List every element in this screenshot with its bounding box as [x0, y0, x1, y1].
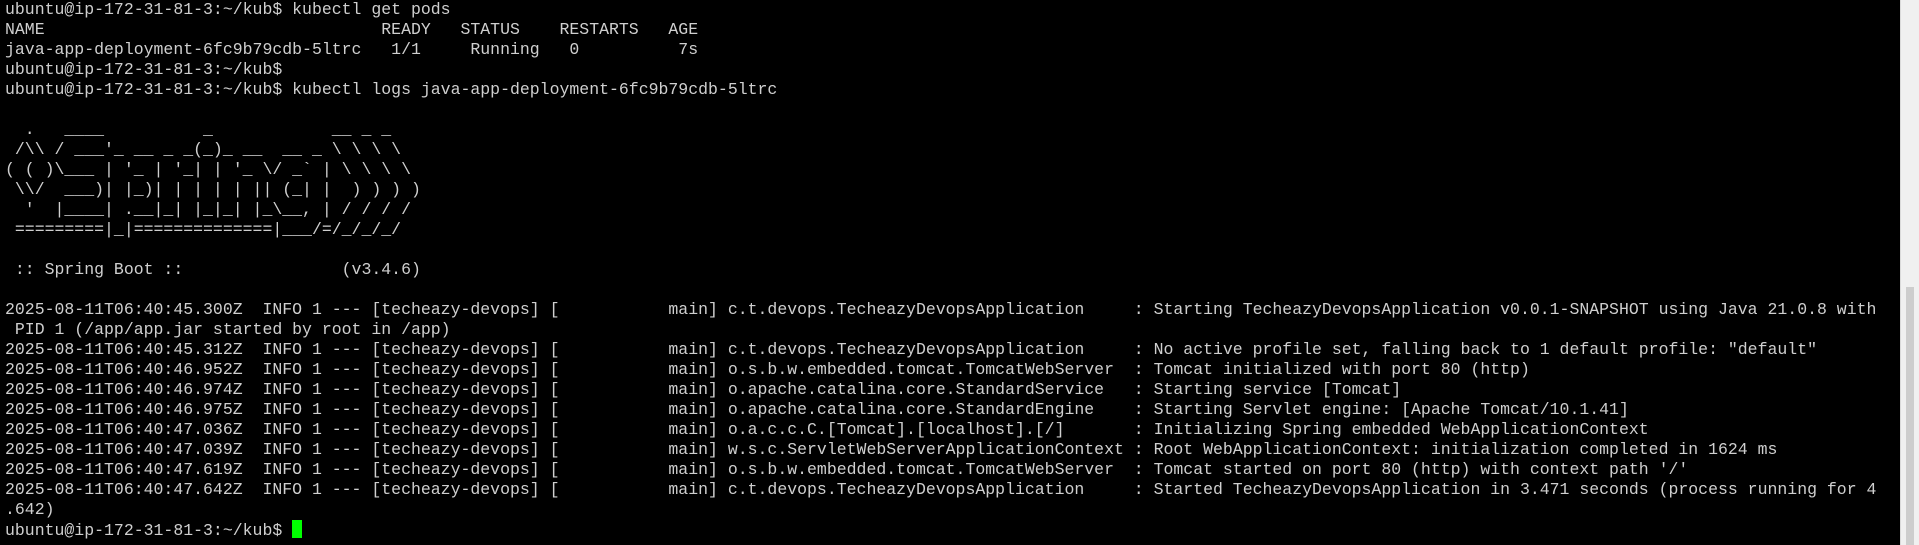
- terminal-line: 2025-08-11T06:40:45.312Z INFO 1 --- [tec…: [5, 340, 1817, 359]
- terminal-line: 2025-08-11T06:40:47.039Z INFO 1 --- [tec…: [5, 440, 1778, 459]
- terminal-line: 2025-08-11T06:40:45.300Z INFO 1 --- [tec…: [5, 300, 1877, 319]
- terminal-line: ( ( )\___ | '_ | '_| | '_ \/ _` | \ \ \ …: [5, 160, 411, 179]
- prompt-text: ubuntu@ip-172-31-81-3:~/kub$: [5, 521, 293, 540]
- terminal-line: 2025-08-11T06:40:46.975Z INFO 1 --- [tec…: [5, 400, 1629, 419]
- terminal-line: ' |____| .__|_| |_|_| |_\__, | / / / /: [5, 200, 411, 219]
- terminal-line: 2025-08-11T06:40:47.036Z INFO 1 --- [tec…: [5, 420, 1649, 439]
- terminal-line: /\\ / ___'_ __ _ _(_)_ __ __ _ \ \ \ \: [5, 140, 402, 159]
- terminal-line: ubuntu@ip-172-31-81-3:~/kub$ kubectl log…: [5, 80, 778, 99]
- terminal-line: .642): [5, 500, 55, 519]
- terminal-line: 2025-08-11T06:40:46.952Z INFO 1 --- [tec…: [5, 360, 1530, 379]
- terminal-lines: ubuntu@ip-172-31-81-3:~/kub$ kubectl get…: [5, 0, 1900, 520]
- terminal-line: NAME READY STATUS RESTARTS AGE: [5, 20, 699, 39]
- terminal-line: \\/ ___)| |_)| | | | | || (_| | ) ) ) ): [5, 180, 421, 199]
- prompt-line[interactable]: ubuntu@ip-172-31-81-3:~/kub$: [5, 520, 1900, 540]
- terminal-line: PID 1 (/app/app.jar started by root in /…: [5, 320, 451, 339]
- terminal-line: . ____ _ __ _ _: [5, 120, 392, 139]
- terminal-line: ubuntu@ip-172-31-81-3:~/kub$: [5, 60, 283, 79]
- terminal-line: 2025-08-11T06:40:47.619Z INFO 1 --- [tec…: [5, 460, 1689, 479]
- terminal-output[interactable]: ubuntu@ip-172-31-81-3:~/kub$ kubectl get…: [0, 0, 1900, 545]
- terminal-line: :: Spring Boot :: (v3.4.6): [5, 260, 421, 279]
- terminal-line: java-app-deployment-6fc9b79cdb-5ltrc 1/1…: [5, 40, 699, 59]
- cursor: [292, 520, 303, 538]
- scrollbar-thumb[interactable]: [1906, 287, 1914, 545]
- terminal-line: 2025-08-11T06:40:46.974Z INFO 1 --- [tec…: [5, 380, 1402, 399]
- terminal-line: 2025-08-11T06:40:47.642Z INFO 1 --- [tec…: [5, 480, 1877, 499]
- terminal-line: ubuntu@ip-172-31-81-3:~/kub$ kubectl get…: [5, 0, 451, 19]
- vertical-scrollbar[interactable]: [1900, 0, 1919, 545]
- terminal-line: =========|_|==============|___/=/_/_/_/: [5, 220, 402, 239]
